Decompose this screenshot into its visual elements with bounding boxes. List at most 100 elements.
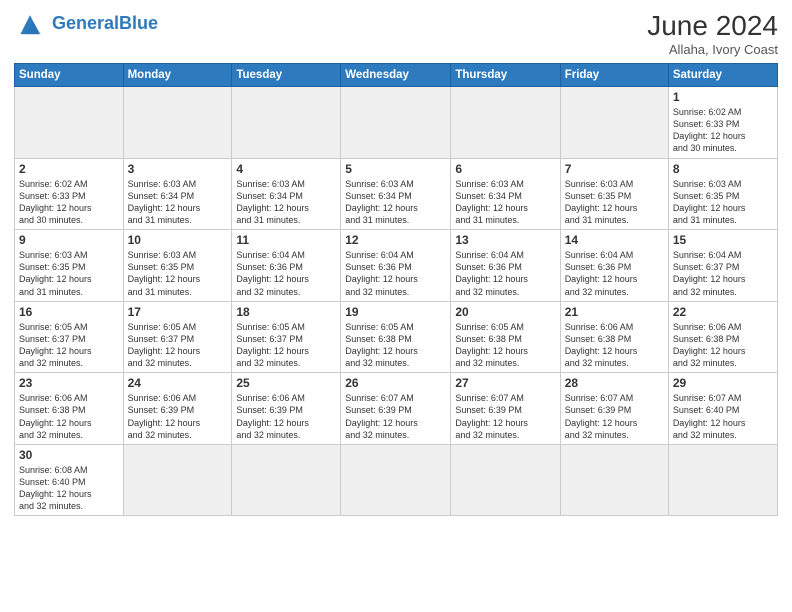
day-info: Sunrise: 6:04 AM Sunset: 6:36 PM Dayligh… (565, 249, 664, 298)
day-number: 13 (455, 233, 555, 247)
day-info: Sunrise: 6:05 AM Sunset: 6:38 PM Dayligh… (455, 321, 555, 370)
weekday-header-saturday: Saturday (668, 64, 777, 87)
calendar-cell: 23 Sunrise: 6:06 AM Sunset: 6:38 PM Dayli… (15, 373, 124, 445)
day-number: 29 (673, 376, 773, 390)
day-number: 20 (455, 305, 555, 319)
day-info: Sunrise: 6:04 AM Sunset: 6:36 PM Dayligh… (345, 249, 446, 298)
calendar-cell: 22Sunrise: 6:06 AM Sunset: 6:38 PM Dayli… (668, 301, 777, 373)
calendar-cell: 8Sunrise: 6:03 AM Sunset: 6:35 PM Daylig… (668, 158, 777, 230)
calendar-cell (451, 87, 560, 159)
calendar-cell (15, 87, 124, 159)
day-number: 21 (565, 305, 664, 319)
day-number: 12 (345, 233, 446, 247)
day-number: 25 (236, 376, 336, 390)
logo-icon (14, 10, 46, 38)
day-info: Sunrise: 6:05 AM Sunset: 6:38 PM Dayligh… (345, 321, 446, 370)
calendar-cell (232, 87, 341, 159)
day-number: 17 (128, 305, 228, 319)
page: GeneralBlue June 2024 Allaha, Ivory Coas… (0, 0, 792, 612)
calendar-cell: 30Sunrise: 6:08 AM Sunset: 6:40 PM Dayli… (15, 444, 124, 516)
calendar-cell: 28Sunrise: 6:07 AM Sunset: 6:39 PM Dayli… (560, 373, 668, 445)
week-row-3: 16 Sunrise: 6:05 AM Sunset: 6:37 PM Dayli… (15, 301, 778, 373)
day-info: Sunrise: 6:04 AM Sunset: 6:36 PM Dayligh… (455, 249, 555, 298)
day-number: 19 (345, 305, 446, 319)
weekday-header-row: SundayMondayTuesdayWednesdayThursdayFrid… (15, 64, 778, 87)
day-info: Sunrise: 6:03 AM Sunset: 6:35 PM Dayligh… (565, 178, 664, 227)
calendar-cell: 10 Sunrise: 6:03 AM Sunset: 6:35 PM Dayli… (123, 230, 232, 302)
calendar-cell: 17 Sunrise: 6:05 AM Sunset: 6:37 PM Dayli… (123, 301, 232, 373)
day-info: Sunrise: 6:03 AM Sunset: 6:35 PM Dayligh… (673, 178, 773, 227)
calendar-cell: 14Sunrise: 6:04 AM Sunset: 6:36 PM Dayli… (560, 230, 668, 302)
day-info: Sunrise: 6:03 AM Sunset: 6:34 PM Dayligh… (236, 178, 336, 227)
day-number: 24 (128, 376, 228, 390)
day-info: Sunrise: 6:04 AM Sunset: 6:37 PM Dayligh… (673, 249, 773, 298)
calendar-cell: 1Sunrise: 6:02 AM Sunset: 6:33 PM Daylig… (668, 87, 777, 159)
day-number: 10 (128, 233, 228, 247)
calendar-cell: 18 Sunrise: 6:05 AM Sunset: 6:37 PM Dayli… (232, 301, 341, 373)
calendar-cell: 2Sunrise: 6:02 AM Sunset: 6:33 PM Daylig… (15, 158, 124, 230)
calendar-cell: 3Sunrise: 6:03 AM Sunset: 6:34 PM Daylig… (123, 158, 232, 230)
day-info: Sunrise: 6:06 AM Sunset: 6:39 PM Dayligh… (128, 392, 228, 441)
logo: GeneralBlue (14, 10, 158, 38)
day-number: 23 (19, 376, 119, 390)
day-number: 18 (236, 305, 336, 319)
day-number: 6 (455, 162, 555, 176)
day-number: 22 (673, 305, 773, 319)
day-info: Sunrise: 6:07 AM Sunset: 6:39 PM Dayligh… (565, 392, 664, 441)
calendar-cell (341, 444, 451, 516)
day-info: Sunrise: 6:07 AM Sunset: 6:40 PM Dayligh… (673, 392, 773, 441)
calendar-cell: 26 Sunrise: 6:07 AM Sunset: 6:39 PM Dayli… (341, 373, 451, 445)
calendar-cell: 24 Sunrise: 6:06 AM Sunset: 6:39 PM Dayli… (123, 373, 232, 445)
day-info: Sunrise: 6:06 AM Sunset: 6:38 PM Dayligh… (19, 392, 119, 441)
day-info: Sunrise: 6:05 AM Sunset: 6:37 PM Dayligh… (236, 321, 336, 370)
location: Allaha, Ivory Coast (647, 42, 778, 57)
day-number: 9 (19, 233, 119, 247)
month-title: June 2024 (647, 10, 778, 42)
weekday-header-sunday: Sunday (15, 64, 124, 87)
calendar-cell (341, 87, 451, 159)
calendar-cell: 20 Sunrise: 6:05 AM Sunset: 6:38 PM Dayli… (451, 301, 560, 373)
calendar-cell (123, 87, 232, 159)
calendar-cell: 12 Sunrise: 6:04 AM Sunset: 6:36 PM Dayli… (341, 230, 451, 302)
day-number: 26 (345, 376, 446, 390)
weekday-header-wednesday: Wednesday (341, 64, 451, 87)
calendar-cell (232, 444, 341, 516)
week-row-4: 23 Sunrise: 6:06 AM Sunset: 6:38 PM Dayli… (15, 373, 778, 445)
calendar-cell (451, 444, 560, 516)
header: GeneralBlue June 2024 Allaha, Ivory Coas… (14, 10, 778, 57)
day-info: Sunrise: 6:07 AM Sunset: 6:39 PM Dayligh… (345, 392, 446, 441)
title-block: June 2024 Allaha, Ivory Coast (647, 10, 778, 57)
weekday-header-thursday: Thursday (451, 64, 560, 87)
logo-blue: Blue (119, 13, 158, 33)
day-info: Sunrise: 6:03 AM Sunset: 6:34 PM Dayligh… (345, 178, 446, 227)
day-info: Sunrise: 6:06 AM Sunset: 6:38 PM Dayligh… (565, 321, 664, 370)
day-number: 11 (236, 233, 336, 247)
day-info: Sunrise: 6:05 AM Sunset: 6:37 PM Dayligh… (128, 321, 228, 370)
calendar-cell: 5Sunrise: 6:03 AM Sunset: 6:34 PM Daylig… (341, 158, 451, 230)
day-number: 1 (673, 90, 773, 104)
day-number: 30 (19, 448, 119, 462)
day-number: 7 (565, 162, 664, 176)
calendar-cell: 4Sunrise: 6:03 AM Sunset: 6:34 PM Daylig… (232, 158, 341, 230)
calendar-cell: 19 Sunrise: 6:05 AM Sunset: 6:38 PM Dayli… (341, 301, 451, 373)
calendar-cell: 6Sunrise: 6:03 AM Sunset: 6:34 PM Daylig… (451, 158, 560, 230)
calendar-cell: 29 Sunrise: 6:07 AM Sunset: 6:40 PM Dayli… (668, 373, 777, 445)
day-info: Sunrise: 6:03 AM Sunset: 6:35 PM Dayligh… (19, 249, 119, 298)
week-row-1: 2Sunrise: 6:02 AM Sunset: 6:33 PM Daylig… (15, 158, 778, 230)
calendar-cell: 16 Sunrise: 6:05 AM Sunset: 6:37 PM Dayli… (15, 301, 124, 373)
calendar-cell: 13 Sunrise: 6:04 AM Sunset: 6:36 PM Dayli… (451, 230, 560, 302)
day-info: Sunrise: 6:03 AM Sunset: 6:35 PM Dayligh… (128, 249, 228, 298)
day-info: Sunrise: 6:03 AM Sunset: 6:34 PM Dayligh… (128, 178, 228, 227)
weekday-header-friday: Friday (560, 64, 668, 87)
day-info: Sunrise: 6:07 AM Sunset: 6:39 PM Dayligh… (455, 392, 555, 441)
calendar-cell (560, 87, 668, 159)
calendar-cell: 27Sunrise: 6:07 AM Sunset: 6:39 PM Dayli… (451, 373, 560, 445)
day-number: 15 (673, 233, 773, 247)
day-number: 16 (19, 305, 119, 319)
day-number: 2 (19, 162, 119, 176)
calendar-cell: 9 Sunrise: 6:03 AM Sunset: 6:35 PM Daylig… (15, 230, 124, 302)
calendar-cell (560, 444, 668, 516)
week-row-5: 30Sunrise: 6:08 AM Sunset: 6:40 PM Dayli… (15, 444, 778, 516)
day-info: Sunrise: 6:05 AM Sunset: 6:37 PM Dayligh… (19, 321, 119, 370)
calendar-cell (123, 444, 232, 516)
